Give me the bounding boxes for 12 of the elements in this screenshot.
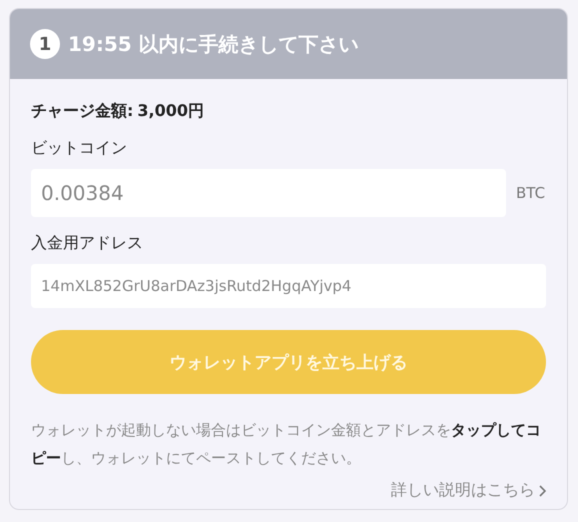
header-title: 19:55 以内に手続きして下さい — [68, 30, 359, 58]
field-label: 入金用アドレス — [31, 233, 144, 254]
amount-field[interactable]: 0.00384 — [31, 169, 506, 217]
chevron-icon — [539, 484, 546, 496]
instruction-text: ウォレットが起動しない場合はビットコイン金額とアドレスをタップしてコピーし、ウォレットにてペーストしてください。 — [31, 420, 542, 469]
step-badge: 1 — [30, 29, 60, 59]
charge-label: チャージ金額: — [31, 101, 134, 122]
unit-label: BTC — [516, 184, 546, 202]
charge-amount: 3,000円 — [137, 101, 204, 122]
address-field[interactable]: 14mXL852GrU8arDAz3jsRutd2HgqAYjvp4 — [31, 264, 546, 308]
field-label: ビットコイン — [31, 138, 128, 159]
details-link[interactable]: 詳しい説明はこちら — [391, 480, 546, 501]
